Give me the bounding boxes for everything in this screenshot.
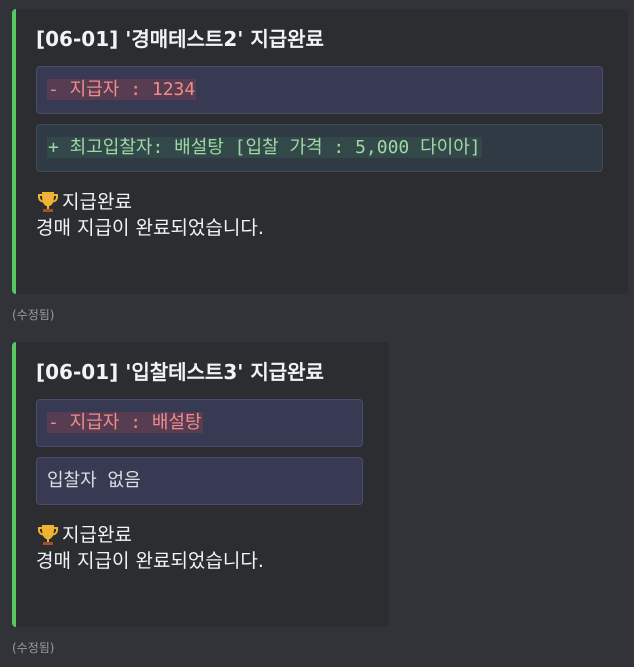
embed-message-1: [06-01] '경매테스트2' 지급완료 - 지급자 : 1234 + 최고입… — [0, 9, 628, 323]
edited-indicator: (수정됨) — [12, 641, 55, 655]
status-line: 지급완료 — [36, 189, 612, 215]
embed-card: [06-01] '입찰테스트3' 지급완료 - 지급자 : 배설탕 입찰자 없음… — [12, 342, 389, 627]
description-text: 경매 지급이 완료되었습니다. — [36, 550, 264, 572]
embed-message-2: [06-01] '입찰테스트3' 지급완료 - 지급자 : 배설탕 입찰자 없음… — [0, 342, 389, 656]
embed-description: 지급완료 경매 지급이 완료되었습니다. — [36, 522, 373, 574]
diff-added-line: + 최고입찰자: 배설탕 [입찰 가격 : 5,000 다이아] — [47, 137, 482, 158]
trophy-icon — [38, 192, 58, 212]
code-block-top-bidder[interactable]: + 최고입찰자: 배설탕 [입찰 가격 : 5,000 다이아] — [36, 124, 603, 172]
diff-removed-line: - 지급자 : 배설탕 — [47, 412, 203, 433]
edited-indicator: (수정됨) — [12, 308, 55, 322]
status-label: 지급완료 — [62, 191, 132, 213]
code-block-payer[interactable]: - 지급자 : 1234 — [36, 66, 603, 114]
embed-card: [06-01] '경매테스트2' 지급완료 - 지급자 : 1234 + 최고입… — [12, 9, 628, 294]
embed-title: [06-01] '입찰테스트3' 지급완료 — [36, 360, 324, 384]
description-text: 경매 지급이 완료되었습니다. — [36, 217, 264, 239]
code-block-payer[interactable]: - 지급자 : 배설탕 — [36, 399, 363, 447]
trophy-icon — [38, 525, 58, 545]
embed-title: [06-01] '경매테스트2' 지급완료 — [36, 27, 324, 51]
code-block-no-bidder[interactable]: 입찰자 없음 — [36, 457, 363, 505]
code-plain-line: 입찰자 없음 — [47, 470, 141, 491]
embed-description: 지급완료 경매 지급이 완료되었습니다. — [36, 189, 612, 241]
status-label: 지급완료 — [62, 524, 132, 546]
status-line: 지급완료 — [36, 522, 373, 548]
diff-removed-line: - 지급자 : 1234 — [47, 79, 197, 100]
